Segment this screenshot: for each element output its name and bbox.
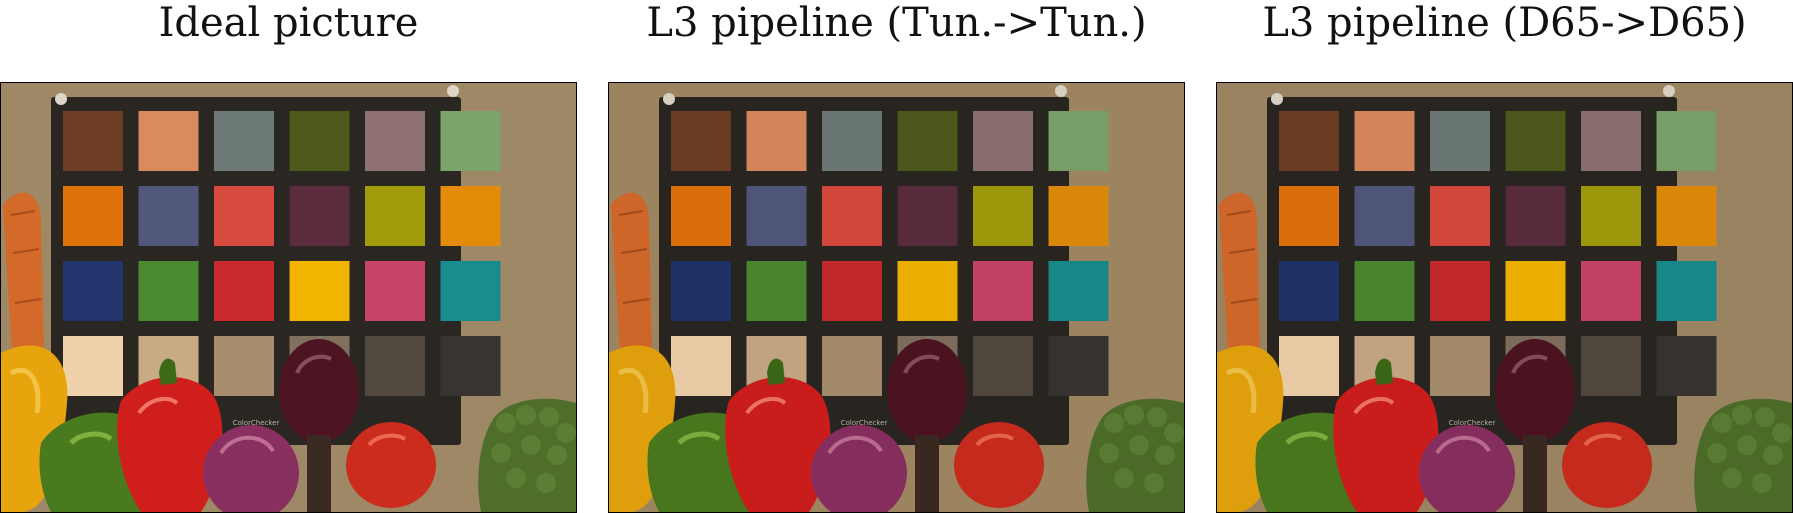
scene: ColorChecker (1217, 83, 1792, 512)
tone-overlay (1217, 83, 1792, 512)
panel-ideal: Ideal picture ColorChecker (0, 0, 577, 513)
panel-title: L3 pipeline (Tun.->Tun.) (646, 0, 1147, 46)
photo-l3-d65: ColorChecker (1216, 82, 1793, 513)
tone-overlay (609, 83, 1184, 512)
panel-l3-tun: L3 pipeline (Tun.->Tun.) ColorChecker (608, 0, 1185, 513)
photo-l3-tun: ColorChecker (608, 82, 1185, 513)
scene: ColorChecker (609, 83, 1184, 512)
panel-title: Ideal picture (158, 0, 419, 46)
photo-ideal: ColorChecker (0, 82, 577, 513)
scene: ColorChecker (1, 83, 576, 512)
panel-title: L3 pipeline (D65->D65) (1262, 0, 1747, 46)
panel-l3-d65: L3 pipeline (D65->D65) ColorChecker (1216, 0, 1793, 513)
